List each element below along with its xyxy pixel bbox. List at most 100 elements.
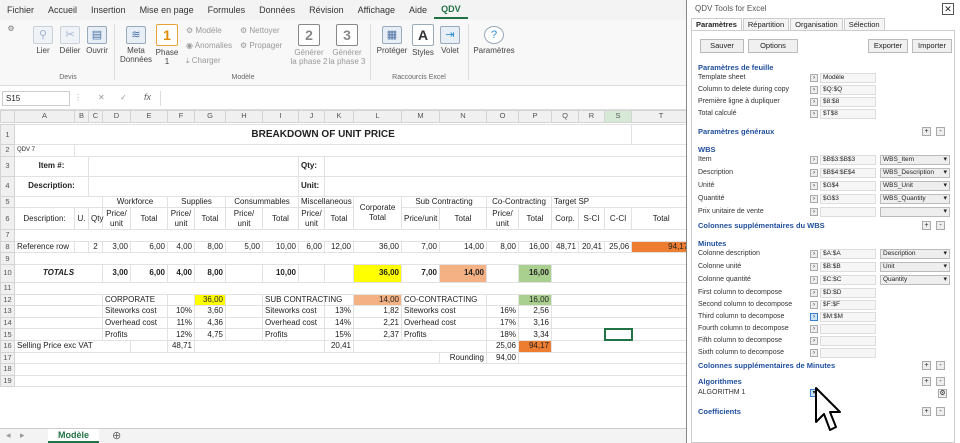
- col-header[interactable]: A: [14, 110, 75, 123]
- expand-icon[interactable]: +: [922, 407, 931, 416]
- cell[interactable]: 94,17: [518, 339, 552, 353]
- item-label[interactable]: Item #:: [14, 155, 89, 177]
- col-header[interactable]: R: [578, 110, 605, 123]
- cell[interactable]: 11%: [167, 316, 195, 330]
- cell[interactable]: 1,82: [353, 305, 402, 318]
- cell[interactable]: [550, 263, 686, 283]
- pick-arrow-icon[interactable]: ›: [810, 110, 818, 118]
- cell[interactable]: [550, 305, 686, 318]
- sauver-button[interactable]: Sauver: [700, 39, 744, 53]
- charger-button[interactable]: ⤓ Charger: [186, 56, 221, 66]
- col-header[interactable]: O: [486, 110, 519, 123]
- subc-label[interactable]: SUB CONTRACTING: [262, 293, 342, 307]
- col-unite-field[interactable]: $B:$B: [820, 262, 876, 272]
- name-box[interactable]: S15: [2, 91, 70, 106]
- selling-price-label[interactable]: Selling Price exc VAT: [14, 339, 131, 353]
- corporate-label[interactable]: CORPORATE: [102, 293, 168, 307]
- col-header[interactable]: T: [631, 110, 686, 123]
- pick-arrow-icon[interactable]: ›: [810, 182, 818, 190]
- col-header[interactable]: D: [102, 110, 131, 123]
- cell[interactable]: 7,00: [401, 240, 440, 254]
- cell[interactable]: 16%: [486, 305, 519, 318]
- cell[interactable]: [13, 374, 686, 388]
- generer-phase-2-button[interactable]: 2 Générer la phase 2: [290, 24, 328, 66]
- cell[interactable]: [517, 351, 686, 365]
- item-select[interactable]: WBS_Item: [880, 155, 950, 165]
- col-header[interactable]: H: [225, 110, 263, 123]
- cell[interactable]: Siteworks cost: [401, 305, 487, 318]
- pick-arrow-icon[interactable]: ›: [810, 74, 818, 82]
- cell[interactable]: [13, 252, 686, 265]
- meta-donnees-button[interactable]: ≋ Meta Données: [120, 26, 152, 64]
- total-header[interactable]: Total: [130, 207, 168, 231]
- cell[interactable]: 16,00: [518, 293, 552, 307]
- cell[interactable]: 14,00: [439, 263, 487, 283]
- template-sheet-field[interactable]: Modèle: [820, 73, 876, 83]
- col-header[interactable]: E: [130, 110, 168, 123]
- cell[interactable]: 48,71: [167, 339, 195, 353]
- total-header[interactable]: Total: [324, 207, 354, 231]
- cell[interactable]: 94,00: [486, 351, 519, 365]
- corporate-total-header[interactable]: Corporate Total: [353, 195, 402, 231]
- unite-field[interactable]: $G$4: [820, 181, 876, 191]
- total-header[interactable]: Total: [262, 207, 299, 231]
- cell[interactable]: 12,00: [324, 240, 354, 254]
- col-header[interactable]: L: [353, 110, 402, 123]
- col-header[interactable]: G: [194, 110, 226, 123]
- tab-insertion[interactable]: Insertion: [84, 0, 133, 20]
- qty-header[interactable]: Qty: [88, 207, 103, 231]
- cancel-icon[interactable]: ✕: [98, 93, 105, 102]
- tab-formules[interactable]: Formules: [201, 0, 253, 20]
- cell[interactable]: [225, 263, 263, 283]
- col-quant-select[interactable]: Quantity: [880, 275, 950, 285]
- cell[interactable]: 20,41: [324, 339, 354, 353]
- cell[interactable]: [14, 328, 103, 341]
- row-header[interactable]: 17: [0, 351, 15, 365]
- cell[interactable]: [225, 328, 263, 341]
- col-header[interactable]: F: [167, 110, 195, 123]
- pick-arrow-icon[interactable]: ›: [810, 86, 818, 94]
- pick-arrow-icon[interactable]: ›: [810, 301, 818, 309]
- cell[interactable]: 8,00: [486, 240, 519, 254]
- importer-button[interactable]: Importer: [912, 39, 952, 53]
- row-header[interactable]: 13: [0, 305, 15, 318]
- cell[interactable]: 16,00: [518, 263, 552, 283]
- total-calcule-field[interactable]: $T$8: [820, 109, 876, 119]
- pick-arrow-icon[interactable]: ›: [810, 325, 818, 333]
- col-header[interactable]: K: [324, 110, 354, 123]
- description-field[interactable]: $B$4:$E$4: [820, 168, 876, 178]
- col-header[interactable]: C: [88, 110, 103, 123]
- cell[interactable]: [551, 328, 605, 341]
- pick-arrow-icon[interactable]: ›: [810, 289, 818, 297]
- row-header[interactable]: 5: [0, 195, 15, 209]
- cell[interactable]: 10%: [167, 305, 195, 318]
- pick-arrow-icon[interactable]: ›: [810, 313, 818, 321]
- cell[interactable]: 17%: [486, 316, 519, 330]
- prix-unitaire-select[interactable]: [880, 207, 950, 217]
- fifth-decompose-field[interactable]: [820, 336, 876, 346]
- quantite-select[interactable]: WBS_Quantity: [880, 194, 950, 204]
- cell[interactable]: 15%: [324, 328, 354, 341]
- unit-label[interactable]: Unit:: [298, 175, 325, 197]
- cell[interactable]: [486, 293, 519, 307]
- cell[interactable]: Overhead cost: [401, 316, 487, 330]
- cell[interactable]: 8,00: [194, 240, 226, 254]
- cell[interactable]: 48,71: [551, 240, 579, 254]
- parametres-button[interactable]: ? Paramètres: [472, 26, 516, 55]
- spreadsheet-grid[interactable]: 1 BREAKDOWN OF UNIT PRICE 2 QDV 7 3 Item #:…: [0, 124, 686, 424]
- fourth-decompose-field[interactable]: [820, 324, 876, 334]
- price-unit-header[interactable]: Price/ unit: [167, 207, 195, 231]
- cell[interactable]: [167, 293, 195, 307]
- sub-contracting-header[interactable]: Sub Contracting: [401, 195, 487, 209]
- col-quant-field[interactable]: $C:$C: [820, 275, 876, 285]
- cell[interactable]: [323, 155, 686, 177]
- cell[interactable]: 4,36: [194, 316, 226, 330]
- tab-repartition[interactable]: Répartition: [742, 18, 790, 30]
- exporter-button[interactable]: Exporter: [868, 39, 908, 53]
- cell[interactable]: 8,00: [194, 263, 226, 283]
- proteger-button[interactable]: ▦ Protéger: [374, 26, 410, 55]
- cell[interactable]: 3,34: [518, 328, 552, 341]
- cell[interactable]: [14, 195, 103, 209]
- row-header[interactable]: 7: [0, 229, 15, 242]
- cell[interactable]: 4,75: [194, 328, 226, 341]
